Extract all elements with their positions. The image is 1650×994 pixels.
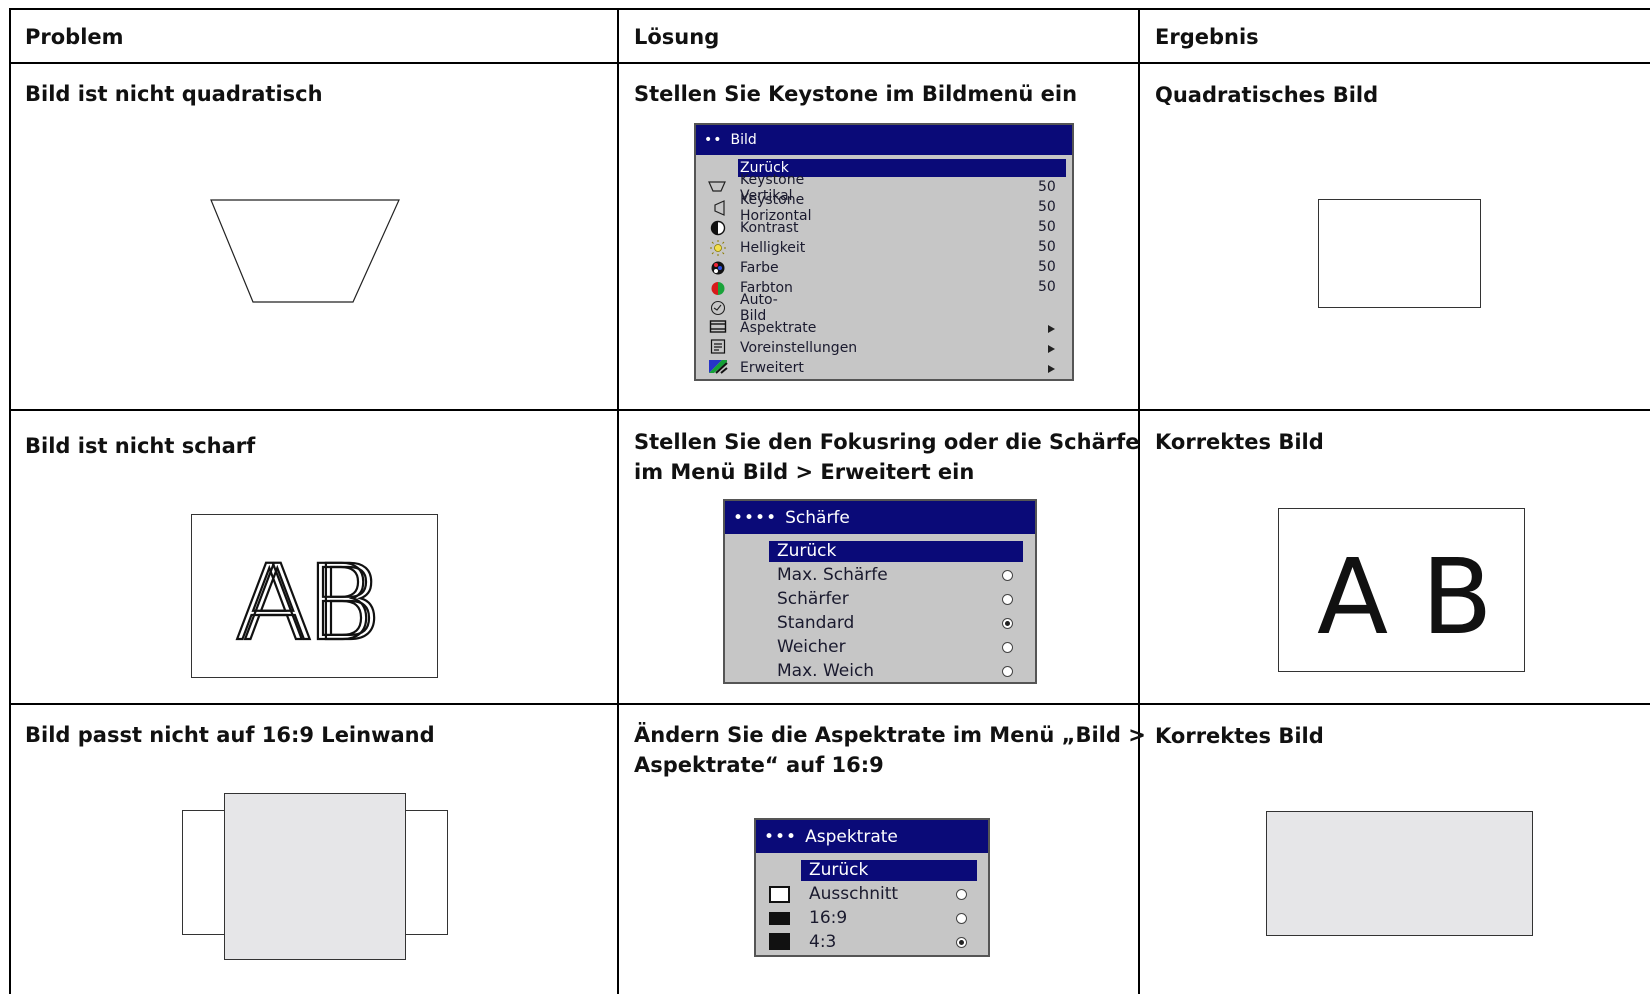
row-divider xyxy=(9,703,1650,705)
menu-item-ausschnitt[interactable]: Ausschnitt xyxy=(809,882,898,906)
keystone-horizontal-value: 50 xyxy=(1038,199,1056,215)
menu-title-text: Aspektrate xyxy=(805,826,898,847)
column-divider xyxy=(1138,8,1140,994)
keystone-vertical-value: 50 xyxy=(1038,179,1056,195)
blurry-letters-image: AB AB xyxy=(233,541,382,665)
menu-item-4-3[interactable]: 4:3 xyxy=(809,930,836,954)
row2-problem: Bild ist nicht scharf xyxy=(25,434,256,458)
row1-result: Quadratisches Bild xyxy=(1155,83,1379,107)
menu-item-max-sharp[interactable]: Max. Schärfe xyxy=(777,563,888,587)
aspekt-menu: ••• Aspektrate Zurück Ausschnitt 16:9 4:… xyxy=(754,818,990,957)
brightness-value: 50 xyxy=(1038,239,1056,255)
submenu-arrow-icon xyxy=(1048,365,1055,373)
radio-softer[interactable] xyxy=(1002,642,1013,653)
blurry-image-frame: AB AB xyxy=(191,514,438,678)
row2-solution-line2: im Menü Bild > Erweitert ein xyxy=(634,460,975,484)
radio-ausschnitt[interactable] xyxy=(956,889,967,900)
aspect-ratio-icon xyxy=(709,320,727,333)
sharp-letters-image: A B xyxy=(1317,536,1493,658)
ausschnitt-icon xyxy=(769,886,790,903)
menu-title-text: Bild xyxy=(730,132,757,148)
tint-value: 50 xyxy=(1038,279,1056,295)
row1-problem: Bild ist nicht quadratisch xyxy=(25,82,323,106)
aspect-16-9-icon xyxy=(769,912,790,925)
menu-item-advanced[interactable]: Erweitert xyxy=(740,359,804,377)
advanced-icon xyxy=(709,360,728,374)
menu-item-max-soft[interactable]: Max. Weich xyxy=(777,659,874,683)
sharp-image-frame: A B xyxy=(1278,508,1525,672)
color-icon xyxy=(711,261,725,275)
menu-item-contrast[interactable]: Kontrast xyxy=(740,219,799,237)
submenu-arrow-icon xyxy=(1048,325,1055,333)
menu-item-sharper[interactable]: Schärfer xyxy=(777,587,849,611)
menu-dots: •• xyxy=(704,132,723,148)
menu-dots: •••• xyxy=(733,507,778,528)
auto-image-icon xyxy=(710,300,726,316)
row2-result: Korrektes Bild xyxy=(1155,430,1324,454)
menu-item-aspect-ratio[interactable]: Aspektrate xyxy=(740,319,816,337)
menu-item-16-9[interactable]: 16:9 xyxy=(809,906,847,930)
menu-item-brightness[interactable]: Helligkeit xyxy=(740,239,805,257)
row1-solution: Stellen Sie Keystone im Bildmenü ein xyxy=(634,82,1078,106)
keystone-horizontal-icon xyxy=(714,200,725,216)
radio-4-3[interactable] xyxy=(956,937,967,948)
contrast-value: 50 xyxy=(1038,219,1056,235)
menu-item-presets[interactable]: Voreinstellungen xyxy=(740,339,857,357)
sharp-letters: A B xyxy=(1317,536,1493,658)
keystone-trapezoid-image xyxy=(210,199,400,303)
header-solution: Lösung xyxy=(634,25,720,49)
color-value: 50 xyxy=(1038,259,1056,275)
blurry-letters-front: AB xyxy=(242,542,381,664)
header-result: Ergebnis xyxy=(1155,25,1259,49)
square-image-result xyxy=(1318,199,1481,308)
radio-max-sharp[interactable] xyxy=(1002,570,1013,581)
bild-menu-icons xyxy=(708,181,728,374)
menu-item-color[interactable]: Farbe xyxy=(740,259,779,277)
menu-dots: ••• xyxy=(764,826,798,847)
row2-solution-line1: Stellen Sie den Fokusring oder die Schär… xyxy=(634,430,1140,454)
4-3-image-on-screen xyxy=(224,793,406,960)
submenu-arrow-icon xyxy=(1048,345,1055,353)
row-divider xyxy=(9,409,1650,411)
keystone-vertical-icon xyxy=(708,181,726,192)
menu-item-auto-image[interactable]: Auto-Bild xyxy=(740,292,778,324)
wide-image-result xyxy=(1266,811,1533,936)
menu-item-back[interactable]: Zurück xyxy=(769,541,1023,562)
row3-solution-line1: Ändern Sie die Aspektrate im Menü „Bild … xyxy=(634,723,1146,747)
tint-icon xyxy=(711,282,725,295)
radio-sharper[interactable] xyxy=(1002,594,1013,605)
menu-item-back[interactable]: Zurück xyxy=(801,860,977,881)
menu-item-keystone-horizontal[interactable]: Keystone Horizontal xyxy=(740,192,811,224)
menu-title-text: Schärfe xyxy=(785,507,850,528)
radio-max-soft[interactable] xyxy=(1002,666,1013,677)
schaerfe-menu: •••• Schärfe Zurück Max. Schärfe Schärfe… xyxy=(723,499,1037,684)
menu-item-softer[interactable]: Weicher xyxy=(777,635,846,659)
brightness-icon xyxy=(710,240,726,256)
presets-icon xyxy=(710,339,726,354)
menu-item-standard[interactable]: Standard xyxy=(777,611,854,635)
aspect-4-3-icon xyxy=(769,933,790,950)
row3-solution-line2: Aspektrate“ auf 16:9 xyxy=(634,753,884,777)
row3-result: Korrektes Bild xyxy=(1155,724,1324,748)
row3-problem: Bild passt nicht auf 16:9 Leinwand xyxy=(25,723,435,747)
bild-menu-title: •• Bild xyxy=(696,125,1072,155)
radio-standard[interactable] xyxy=(1002,618,1013,629)
radio-16-9[interactable] xyxy=(956,913,967,924)
header-divider xyxy=(9,62,1650,64)
aspekt-menu-title: ••• Aspektrate xyxy=(756,820,988,853)
schaerfe-menu-title: •••• Schärfe xyxy=(725,501,1035,534)
column-divider xyxy=(617,8,619,994)
header-problem: Problem xyxy=(25,25,124,49)
